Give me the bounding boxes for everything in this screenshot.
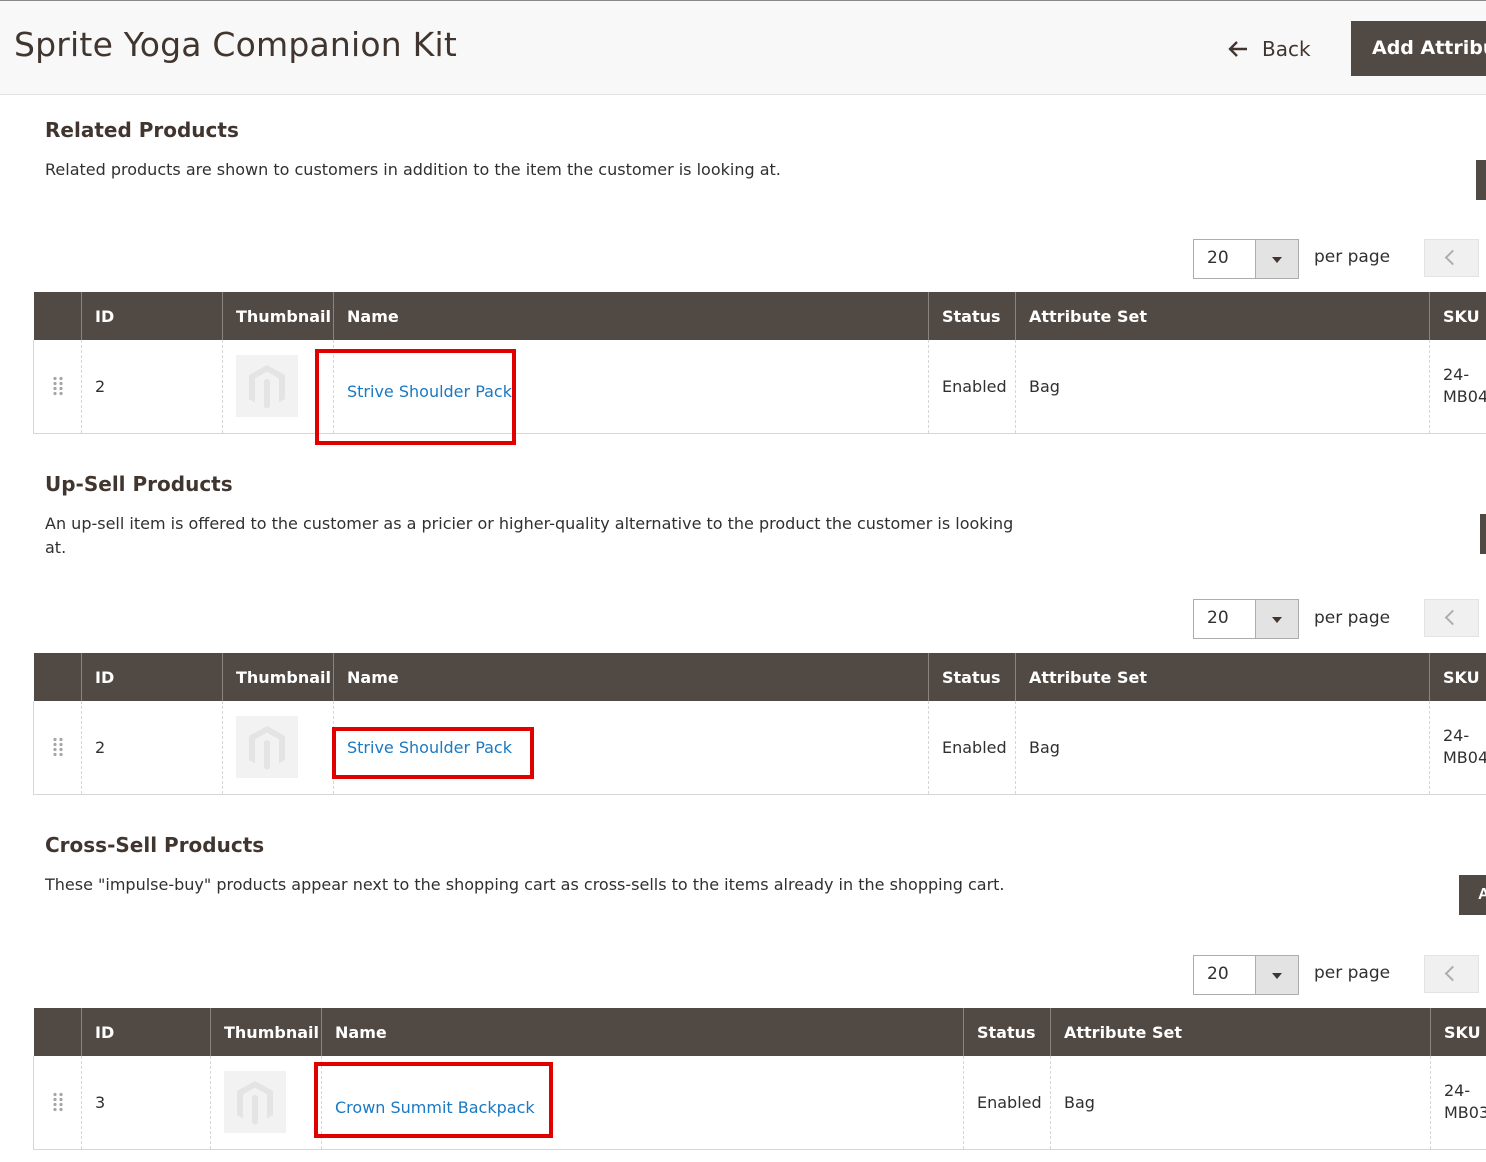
column-name[interactable]: Name	[333, 653, 929, 701]
column-thumbnail[interactable]: Thumbnail	[222, 653, 334, 701]
sku-cell: 24-MB04	[1429, 701, 1486, 795]
table-row: 2 Strive Shoulder Pack Enabled Bag 24-MB…	[33, 701, 1486, 795]
per-page-label: per page	[1314, 963, 1391, 983]
related-products-grid: ID Thumbnail Name Status Attribute Set S…	[33, 292, 1486, 434]
section-title: Up-Sell Products	[45, 472, 233, 496]
section-title: Cross-Sell Products	[45, 833, 265, 857]
thumbnail-cell	[222, 701, 334, 795]
column-id[interactable]: ID	[81, 292, 223, 340]
drag-handle-icon[interactable]	[52, 376, 64, 397]
column-status[interactable]: Status	[928, 653, 1016, 701]
column-attribute-set[interactable]: Attribute Set	[1015, 653, 1430, 701]
column-drag	[33, 1008, 82, 1056]
table-row: 3 Crown Summit Backpack Enabled Bag 24-M…	[33, 1056, 1486, 1150]
grid-header-row: ID Thumbnail Name Status Attribute Set S…	[33, 292, 1486, 340]
column-thumbnail[interactable]: Thumbnail	[222, 292, 334, 340]
caret-down-icon[interactable]	[1255, 600, 1298, 638]
sku-cell: 24-MB04	[1429, 340, 1486, 434]
grid-header-row: ID Thumbnail Name Status Attribute Set S…	[33, 1008, 1486, 1056]
thumbnail-cell	[210, 1056, 322, 1150]
column-sku[interactable]: SKU	[1429, 292, 1486, 340]
magento-logo-icon	[236, 355, 298, 418]
add-upsell-products-button[interactable]	[1480, 514, 1486, 554]
column-status[interactable]: Status	[928, 292, 1016, 340]
status-cell: Enabled	[928, 340, 1016, 434]
product-name-link[interactable]: Strive Shoulder Pack	[347, 382, 512, 401]
column-id[interactable]: ID	[81, 653, 223, 701]
per-page-label: per page	[1314, 247, 1391, 267]
section-description: These "impulse-buy" products appear next…	[45, 875, 1005, 894]
drag-cell[interactable]	[33, 340, 82, 434]
page-header: Sprite Yoga Companion Kit Back Add Attri…	[0, 0, 1486, 95]
upsell-products-grid: ID Thumbnail Name Status Attribute Set S…	[33, 653, 1486, 795]
back-button[interactable]: Back	[1228, 33, 1311, 65]
column-attribute-set[interactable]: Attribute Set	[1015, 292, 1430, 340]
drag-cell[interactable]	[33, 1056, 82, 1150]
column-drag	[33, 292, 82, 340]
caret-down-icon[interactable]	[1255, 956, 1298, 994]
column-thumbnail[interactable]: Thumbnail	[210, 1008, 322, 1056]
per-page-value: 20	[1207, 608, 1229, 628]
id-cell: 2	[81, 340, 223, 434]
caret-down-icon[interactable]	[1255, 240, 1298, 278]
section-description: Related products are shown to customers …	[45, 160, 781, 179]
arrow-left-icon	[1228, 41, 1247, 57]
magento-logo-icon	[236, 716, 298, 779]
chevron-left-icon[interactable]	[1424, 955, 1479, 993]
section-description: An up-sell item is offered to the custom…	[45, 514, 1014, 557]
add-crosssell-products-button[interactable]: A	[1459, 875, 1486, 915]
magento-logo-icon	[224, 1071, 286, 1134]
column-id[interactable]: ID	[81, 1008, 211, 1056]
drag-handle-icon[interactable]	[52, 737, 64, 758]
chevron-left-icon[interactable]	[1424, 599, 1479, 637]
per-page-select[interactable]: 20	[1193, 239, 1299, 279]
thumbnail-cell	[222, 340, 334, 434]
table-row: 2 Strive Shoulder Pack Enabled Bag 24-MB…	[33, 340, 1486, 434]
add-related-products-button[interactable]	[1476, 160, 1486, 200]
back-button-label: Back	[1262, 37, 1311, 61]
column-name[interactable]: Name	[333, 292, 929, 340]
sku-cell: 24-MB03	[1430, 1056, 1486, 1150]
page-title: Sprite Yoga Companion Kit	[14, 25, 457, 64]
per-page-value: 20	[1207, 248, 1229, 268]
id-cell: 3	[81, 1056, 211, 1150]
id-cell: 2	[81, 701, 223, 795]
section-title: Related Products	[45, 118, 239, 142]
status-cell: Enabled	[928, 701, 1016, 795]
name-cell: Strive Shoulder Pack	[333, 340, 929, 434]
attribute-set-cell: Bag	[1015, 701, 1430, 795]
per-page-label: per page	[1314, 608, 1391, 628]
status-cell: Enabled	[963, 1056, 1051, 1150]
column-attribute-set[interactable]: Attribute Set	[1050, 1008, 1431, 1056]
per-page-select[interactable]: 20	[1193, 599, 1299, 639]
name-cell: Strive Shoulder Pack	[333, 701, 929, 795]
column-status[interactable]: Status	[963, 1008, 1051, 1056]
drag-handle-icon[interactable]	[52, 1092, 64, 1113]
name-cell: Crown Summit Backpack	[321, 1056, 964, 1150]
attribute-set-cell: Bag	[1015, 340, 1430, 434]
product-name-link[interactable]: Strive Shoulder Pack	[347, 738, 512, 757]
per-page-select[interactable]: 20	[1193, 955, 1299, 995]
attribute-set-cell: Bag	[1050, 1056, 1431, 1150]
column-name[interactable]: Name	[321, 1008, 964, 1056]
product-name-link[interactable]: Crown Summit Backpack	[335, 1098, 535, 1117]
column-sku[interactable]: SKU	[1430, 1008, 1486, 1056]
column-sku[interactable]: SKU	[1429, 653, 1486, 701]
chevron-left-icon[interactable]	[1424, 239, 1479, 277]
crosssell-products-grid: ID Thumbnail Name Status Attribute Set S…	[33, 1008, 1486, 1150]
per-page-value: 20	[1207, 964, 1229, 984]
grid-header-row: ID Thumbnail Name Status Attribute Set S…	[33, 653, 1486, 701]
add-attribute-button[interactable]: Add Attribu	[1351, 21, 1486, 76]
drag-cell[interactable]	[33, 701, 82, 795]
column-drag	[33, 653, 82, 701]
